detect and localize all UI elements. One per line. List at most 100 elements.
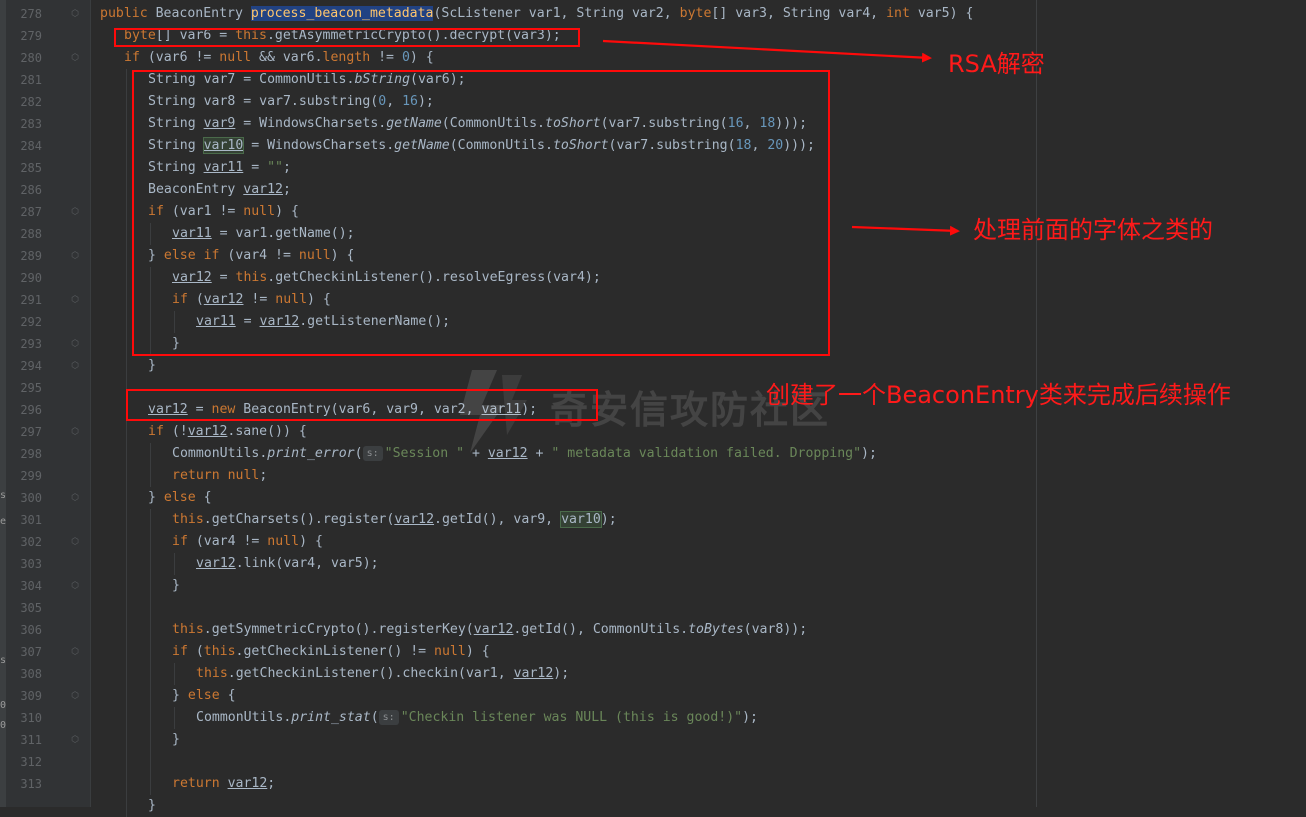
code-line[interactable]: return null; xyxy=(172,465,267,487)
indent-guide xyxy=(126,575,127,597)
line-number: 285 xyxy=(20,161,42,175)
indent-guide xyxy=(126,421,127,443)
code-line[interactable]: } xyxy=(172,729,180,751)
code-token: ); xyxy=(600,512,617,527)
indent-guide xyxy=(174,663,175,685)
code-line[interactable]: } else { xyxy=(148,487,212,509)
indent-guide xyxy=(126,751,127,773)
code-line[interactable]: this.getSymmetricCrypto().registerKey(va… xyxy=(172,619,807,641)
code-line[interactable]: } xyxy=(148,795,156,817)
indent-guide xyxy=(174,707,175,729)
indent-guide xyxy=(150,509,151,531)
code-token: var5) { xyxy=(909,6,974,21)
indent-guide xyxy=(150,575,151,597)
code-token: [] var3, String var4, xyxy=(711,6,887,21)
code-token: != xyxy=(370,50,402,65)
indent-guide xyxy=(126,487,127,509)
code-token: process_beacon_metadata xyxy=(250,6,434,21)
line-number: 288 xyxy=(20,227,42,241)
code-token: ) { xyxy=(465,644,490,659)
code-line[interactable]: if (!var12.sane()) { xyxy=(148,421,307,443)
code-token: ( xyxy=(187,644,204,659)
fold-marker-icon[interactable]: ⬡ xyxy=(70,641,80,663)
line-number: 286 xyxy=(20,183,42,197)
code-token: else xyxy=(163,490,196,505)
code-line[interactable]: var12.link(var4, var5); xyxy=(196,553,379,575)
indent-guide xyxy=(126,553,127,575)
indent-guide xyxy=(150,465,151,487)
code-line[interactable]: if (var4 != null) { xyxy=(172,531,323,553)
code-token: ); xyxy=(742,710,758,725)
code-token: .getSymmetricCrypto().registerKey( xyxy=(203,622,474,637)
indent-guide xyxy=(150,685,151,707)
line-number: 292 xyxy=(20,315,42,329)
line-number: 287 xyxy=(20,205,42,219)
indent-guide xyxy=(126,443,127,465)
indent-guide xyxy=(150,443,151,465)
fold-marker-icon[interactable]: ⬡ xyxy=(70,487,80,509)
fold-marker-icon[interactable]: ⬡ xyxy=(70,333,80,355)
code-token: (! xyxy=(163,424,188,439)
code-line[interactable]: } else { xyxy=(172,685,236,707)
code-token: if xyxy=(172,644,188,659)
code-token: CommonUtils. xyxy=(196,710,292,725)
fold-marker-icon[interactable]: ⬡ xyxy=(70,355,80,377)
indent-guide xyxy=(126,201,127,223)
line-number: 293 xyxy=(20,337,42,351)
indent-guide xyxy=(126,69,127,91)
code-line[interactable]: if (this.getCheckinListener() != null) { xyxy=(172,641,490,663)
fold-marker-icon[interactable]: ⬡ xyxy=(70,531,80,553)
gutter-divider xyxy=(90,0,91,807)
fold-marker-icon[interactable]: ⬡ xyxy=(70,289,80,311)
code-token: var12 xyxy=(473,622,514,637)
fold-marker-icon[interactable]: ⬡ xyxy=(70,575,80,597)
line-number: 291 xyxy=(20,293,42,307)
code-token: this xyxy=(203,644,236,659)
code-token: { xyxy=(219,688,236,703)
code-token: byte xyxy=(679,6,712,21)
fold-marker-icon[interactable]: ⬡ xyxy=(70,729,80,751)
indent-guide xyxy=(126,113,127,135)
indent-guide xyxy=(126,685,127,707)
code-token: if xyxy=(172,534,188,549)
fold-marker-icon[interactable]: ⬡ xyxy=(70,201,80,223)
indent-guide xyxy=(150,553,151,575)
code-token: } xyxy=(148,358,156,373)
code-token: ; xyxy=(259,468,268,483)
code-token: } xyxy=(172,578,180,593)
code-token: null xyxy=(219,50,252,65)
code-line[interactable]: this.getCheckinListener().checkin(var1, … xyxy=(196,663,569,685)
indent-guide xyxy=(126,641,127,663)
code-token: .getCheckinListener() != xyxy=(235,644,435,659)
fold-marker-icon[interactable]: ⬡ xyxy=(70,685,80,707)
indent-guide xyxy=(126,619,127,641)
fold-marker-icon[interactable]: ⬡ xyxy=(70,47,80,69)
code-line[interactable]: } xyxy=(172,575,180,597)
code-line[interactable]: this.getCharsets().register(var12.getId(… xyxy=(172,509,617,531)
code-line[interactable]: } xyxy=(148,355,156,377)
indent-guide xyxy=(126,289,127,311)
code-token: toBytes xyxy=(688,622,744,637)
code-line[interactable]: CommonUtils.print_stat(s: "Checkin listen… xyxy=(196,707,758,729)
code-token: ( xyxy=(354,446,363,461)
line-number: 281 xyxy=(20,73,42,87)
indent-guide xyxy=(174,553,175,575)
fold-marker-icon[interactable]: ⬡ xyxy=(70,3,80,25)
fold-marker-icon[interactable]: ⬡ xyxy=(70,421,80,443)
line-number-gutter: 278 ⬡ 279 280 ⬡ 281 282 283 284 285 286 287 ⬡ 288 289 ⬡… xyxy=(6,0,90,807)
code-token: var10 xyxy=(560,511,602,528)
line-number: 290 xyxy=(20,271,42,285)
code-line[interactable]: if (var6 != null && var6.length != 0) { xyxy=(124,47,434,69)
code-line[interactable]: public BeaconEntry process_beacon_metada… xyxy=(100,3,973,25)
line-number: 300 xyxy=(20,491,42,505)
indent-guide xyxy=(150,751,151,773)
code-line[interactable]: return var12; xyxy=(172,773,275,795)
code-token: public xyxy=(100,6,156,21)
fold-marker-icon[interactable]: ⬡ xyxy=(70,245,80,267)
line-number: 311 xyxy=(20,733,42,747)
code-token: if xyxy=(148,424,164,439)
indent-guide xyxy=(150,597,151,619)
indent-guide xyxy=(126,663,127,685)
code-token: else xyxy=(187,688,220,703)
code-token: .getCharsets().register( xyxy=(203,512,395,527)
